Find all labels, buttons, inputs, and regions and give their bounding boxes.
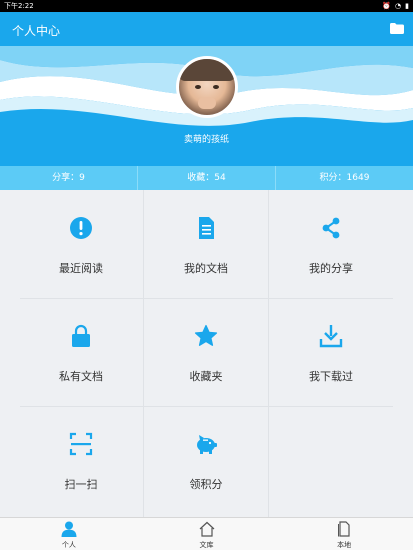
stats-bar: 分享：9 收藏：54 积分：1649 [0, 166, 413, 190]
document-icon [199, 217, 214, 239]
tab-library[interactable]: 文库 [138, 518, 276, 550]
menu-item-scan[interactable]: 扫一扫 [12, 406, 150, 515]
menu-label: 领积分 [189, 478, 223, 491]
tab-label: 个人 [61, 541, 76, 549]
menu-item-private-documents[interactable]: 私有文档 [12, 298, 150, 407]
menu-label: 我的文档 [184, 262, 228, 275]
menu-label: 扫一扫 [64, 478, 98, 491]
house-icon [199, 521, 214, 537]
menu-item-favorites[interactable]: 收藏夹 [137, 298, 275, 407]
avatar[interactable] [176, 56, 238, 118]
star-icon [194, 324, 218, 346]
battery-icon: ▮ [405, 2, 409, 10]
piggy-bank-icon [197, 435, 217, 454]
menu-label: 我的分享 [309, 262, 353, 275]
folder-icon[interactable] [390, 23, 404, 34]
tab-label: 文库 [199, 541, 214, 549]
status-bar: 下午2:22 ⏰ ◔ ▮ [0, 0, 413, 12]
menu-label: 收藏夹 [189, 370, 223, 383]
lock-icon [72, 324, 90, 347]
menu-grid: 最近阅读 我的文档 我的分享 私有文档 收藏夹 我下载过 扫一扫 领积分 [0, 190, 413, 517]
tab-label: 本地 [337, 541, 352, 549]
menu-item-my-documents[interactable]: 我的文档 [137, 190, 275, 299]
menu-item-downloaded[interactable]: 我下载过 [262, 298, 400, 407]
menu-item-recent-reading[interactable]: 最近阅读 [12, 190, 150, 299]
person-icon [61, 521, 77, 537]
bottom-tab-bar: 个人 文库 本地 [0, 517, 413, 550]
stat-favorites[interactable]: 收藏：54 [138, 166, 276, 190]
page-title: 个人中心 [12, 24, 61, 38]
alarm-icon: ⏰ [382, 2, 392, 10]
profile-banner: 卖萌的孩纸 [0, 46, 413, 166]
download-icon [319, 325, 343, 348]
app-bar: 个人中心 [0, 12, 413, 46]
status-time: 下午2:22 [4, 2, 34, 10]
scan-icon [69, 432, 93, 456]
menu-item-earn-points[interactable]: 领积分 [137, 406, 275, 515]
share-icon [322, 217, 340, 239]
stat-points[interactable]: 积分：1649 [276, 166, 413, 190]
menu-label: 我下载过 [309, 370, 353, 383]
menu-label: 最近阅读 [59, 262, 103, 275]
menu-label: 私有文档 [59, 370, 103, 383]
stat-shares[interactable]: 分享：9 [0, 166, 138, 190]
file-icon [338, 521, 350, 537]
status-icons: ⏰ ◔ ▮ [382, 0, 409, 12]
username: 卖萌的孩纸 [183, 135, 229, 145]
menu-item-my-shares[interactable]: 我的分享 [262, 190, 400, 299]
alert-icon [70, 217, 92, 239]
tab-local[interactable]: 本地 [275, 518, 413, 550]
wifi-icon: ◔ [395, 2, 402, 10]
tab-personal[interactable]: 个人 [0, 518, 138, 550]
